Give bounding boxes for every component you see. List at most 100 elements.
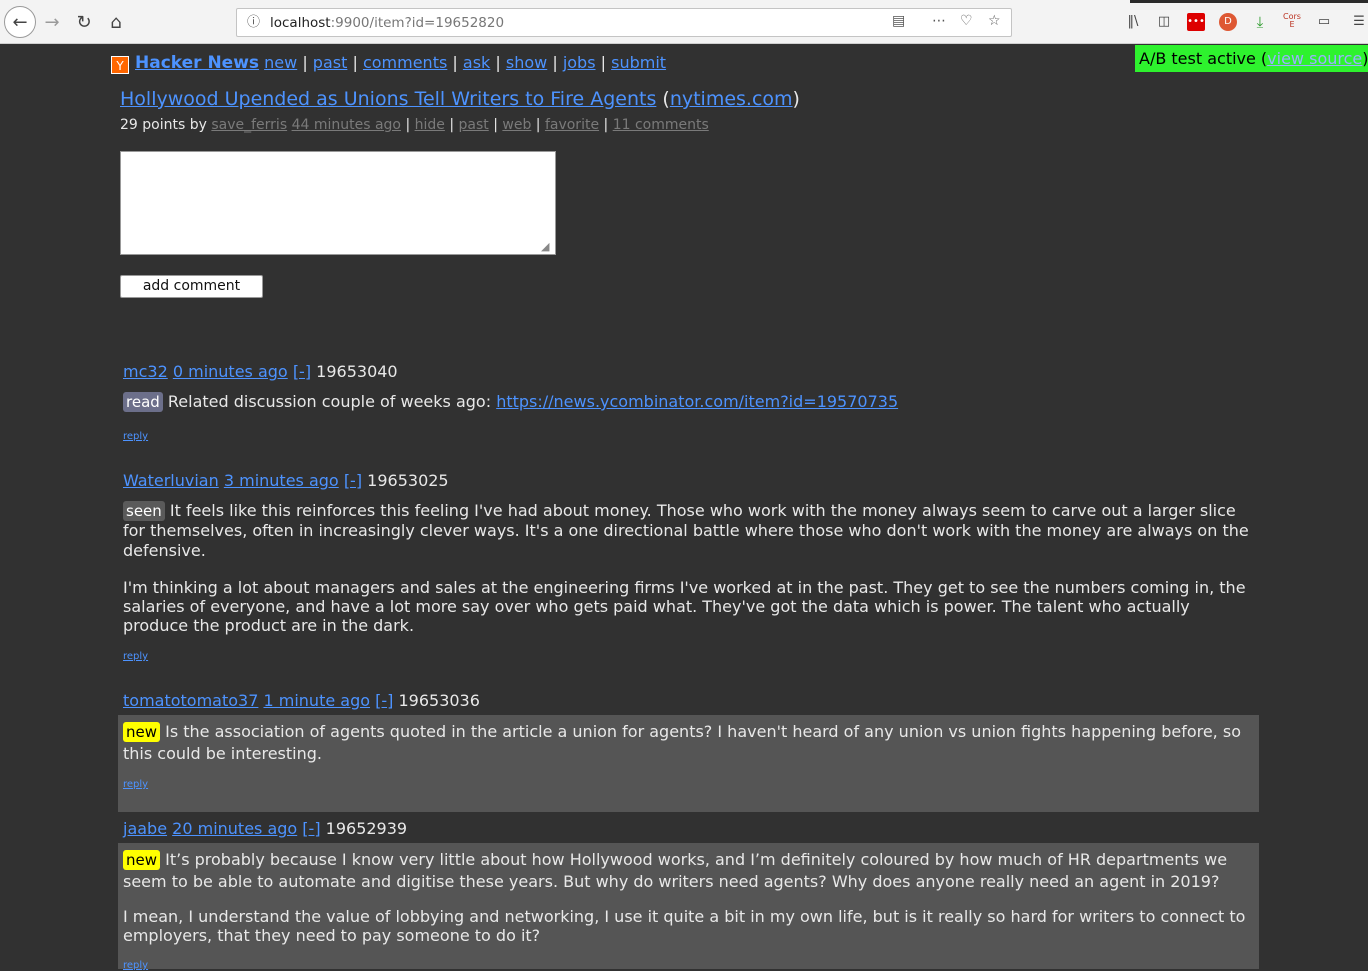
ab-text: A/B test active (: [1139, 49, 1268, 68]
comment-age-link[interactable]: 0 minutes ago: [173, 362, 288, 381]
nav-submit[interactable]: submit: [611, 53, 666, 72]
nav-comments[interactable]: comments: [363, 53, 447, 72]
collapse-toggle[interactable]: [-]: [302, 819, 320, 838]
pocket-icon[interactable]: ♡: [960, 13, 973, 29]
reply-link[interactable]: reply: [123, 960, 148, 971]
favorite-link[interactable]: favorite: [545, 117, 599, 133]
brand-link[interactable]: Hacker News: [135, 53, 259, 73]
story-user-link[interactable]: save_ferris: [211, 117, 287, 133]
comment-paragraph: Related discussion couple of weeks ago:: [167, 392, 497, 411]
comment-text: new Is the association of agents quoted …: [123, 721, 1257, 765]
comment-textarea[interactable]: [120, 151, 556, 255]
comment-user-link[interactable]: tomatotomato37: [123, 691, 258, 710]
nav-separator: |: [452, 53, 458, 72]
comment-user-link[interactable]: jaabe: [123, 819, 167, 838]
page-icon[interactable]: ▭: [1315, 13, 1333, 31]
hide-link[interactable]: hide: [415, 117, 445, 133]
star-icon[interactable]: ☆: [988, 13, 1001, 29]
comment-text: read Related discussion couple of weeks …: [123, 392, 1257, 412]
subtext-separator: |: [449, 117, 455, 133]
status-tag-new: new: [123, 850, 161, 870]
comment-user-link[interactable]: Waterluvian: [123, 471, 219, 490]
extension-red-icon[interactable]: •••: [1187, 13, 1205, 31]
story-title-link[interactable]: Hollywood Upended as Unions Tell Writers…: [120, 88, 656, 110]
url-text[interactable]: localhost:9900/item?id=19652820: [270, 15, 504, 31]
cors-extension-icon[interactable]: Cors E: [1283, 13, 1301, 31]
subtext-separator: |: [493, 117, 498, 133]
resize-grip-icon[interactable]: ◢: [541, 240, 549, 253]
reply-link[interactable]: reply: [123, 779, 148, 790]
points-by: 29 points by: [120, 117, 207, 133]
comment-header: tomatotomato37 1 minute ago [-] 19653036: [123, 691, 480, 710]
story-age-link[interactable]: 44 minutes ago: [292, 117, 401, 133]
nav-separator: |: [600, 53, 607, 72]
url-path: :9900/item?id=19652820: [330, 15, 505, 31]
nav-ask[interactable]: ask: [463, 53, 490, 72]
nav-separator: |: [352, 53, 358, 72]
ab-close-paren: ): [1362, 49, 1368, 68]
home-icon[interactable]: ⌂: [102, 8, 130, 36]
comment-header: jaabe 20 minutes ago [-] 19652939: [123, 819, 407, 838]
comment-header: mc32 0 minutes ago [-] 19653040: [123, 362, 398, 381]
comment-paragraph: It’s probably because I know very little…: [123, 850, 1228, 891]
comment-age-link[interactable]: 3 minutes ago: [224, 471, 339, 490]
nav-separator: |: [302, 53, 308, 72]
url-host: localhost: [270, 15, 331, 31]
comment-link[interactable]: https://news.ycombinator.com/item?id=195…: [496, 392, 898, 411]
comment-id: 19653036: [398, 691, 480, 710]
download-icon[interactable]: ⤓: [1251, 13, 1269, 31]
comment-text: seen It feels like this reinforces this …: [123, 501, 1257, 561]
view-source-link[interactable]: view source: [1267, 49, 1362, 68]
back-arrow-icon[interactable]: ←: [4, 6, 36, 38]
comment-age-link[interactable]: 1 minute ago: [263, 691, 370, 710]
comment-paragraph: I mean, I understand the value of lobbyi…: [123, 907, 1246, 945]
add-comment-button[interactable]: add comment: [120, 275, 263, 298]
ab-test-badge: A/B test active (view source): [1135, 45, 1368, 72]
subtext-separator: |: [603, 117, 609, 133]
collapse-toggle[interactable]: [-]: [344, 471, 362, 490]
status-tag-read: read: [123, 392, 163, 412]
nav-jobs[interactable]: jobs: [563, 53, 596, 72]
nav-show[interactable]: show: [506, 53, 547, 72]
hamburger-menu-icon[interactable]: ☰: [1350, 13, 1368, 31]
subtext-separator: |: [535, 117, 541, 133]
comment-id: 19652939: [325, 819, 408, 838]
story-title-line: Hollywood Upended as Unions Tell Writers…: [120, 88, 800, 110]
comment-paragraph: It feels like this reinforces this feeli…: [123, 501, 1249, 560]
info-icon[interactable]: ⓘ: [245, 14, 262, 31]
reader-view-icon[interactable]: ▤: [892, 13, 905, 29]
comment-age-link[interactable]: 20 minutes ago: [172, 819, 297, 838]
tab-strip-edge: [1130, 0, 1368, 3]
nav-past[interactable]: past: [313, 53, 348, 72]
reply-link[interactable]: reply: [123, 651, 148, 662]
comment-text: I mean, I understand the value of lobbyi…: [123, 907, 1257, 945]
status-tag-new: new: [123, 722, 161, 742]
collapse-toggle[interactable]: [-]: [375, 691, 393, 710]
comment-id: 19653040: [316, 362, 398, 381]
y-logo[interactable]: Y: [111, 56, 129, 74]
comments-count-link[interactable]: 11 comments: [613, 117, 709, 133]
story-domain-link[interactable]: nytimes.com: [670, 88, 793, 110]
reply-link[interactable]: reply: [123, 431, 148, 442]
comment-header: Waterluvian 3 minutes ago [-] 19653025: [123, 471, 449, 490]
duckduckgo-icon[interactable]: D: [1219, 13, 1237, 31]
reload-icon[interactable]: ↻: [70, 8, 98, 36]
browser-toolbar: ← → ↻ ⌂ ⓘ localhost:9900/item?id=1965282…: [0, 0, 1368, 44]
comment-id: 19653025: [367, 471, 449, 490]
url-bar[interactable]: ⓘ localhost:9900/item?id=19652820 ▤ ⋯ ♡ …: [236, 8, 1012, 37]
comment-text: new It’s probably because I know very li…: [123, 849, 1257, 893]
domain-open-paren: (: [662, 88, 670, 110]
comment-paragraph: Is the association of agents quoted in t…: [123, 722, 1241, 763]
collapse-toggle[interactable]: [-]: [293, 362, 311, 381]
forward-arrow-icon[interactable]: →: [38, 8, 66, 36]
comment-paragraph: I'm thinking a lot about managers and sa…: [123, 578, 1246, 635]
more-dots-icon[interactable]: ⋯: [932, 13, 946, 29]
nav-new[interactable]: new: [264, 53, 297, 72]
past-link[interactable]: past: [459, 117, 489, 133]
web-link[interactable]: web: [502, 117, 531, 133]
status-tag-seen: seen: [123, 501, 165, 521]
library-icon[interactable]: ‖\: [1124, 13, 1142, 31]
sidebar-icon[interactable]: ◫: [1155, 13, 1173, 31]
story-subtext: 29 points by save_ferris 44 minutes ago …: [120, 117, 709, 133]
comment-user-link[interactable]: mc32: [123, 362, 168, 381]
